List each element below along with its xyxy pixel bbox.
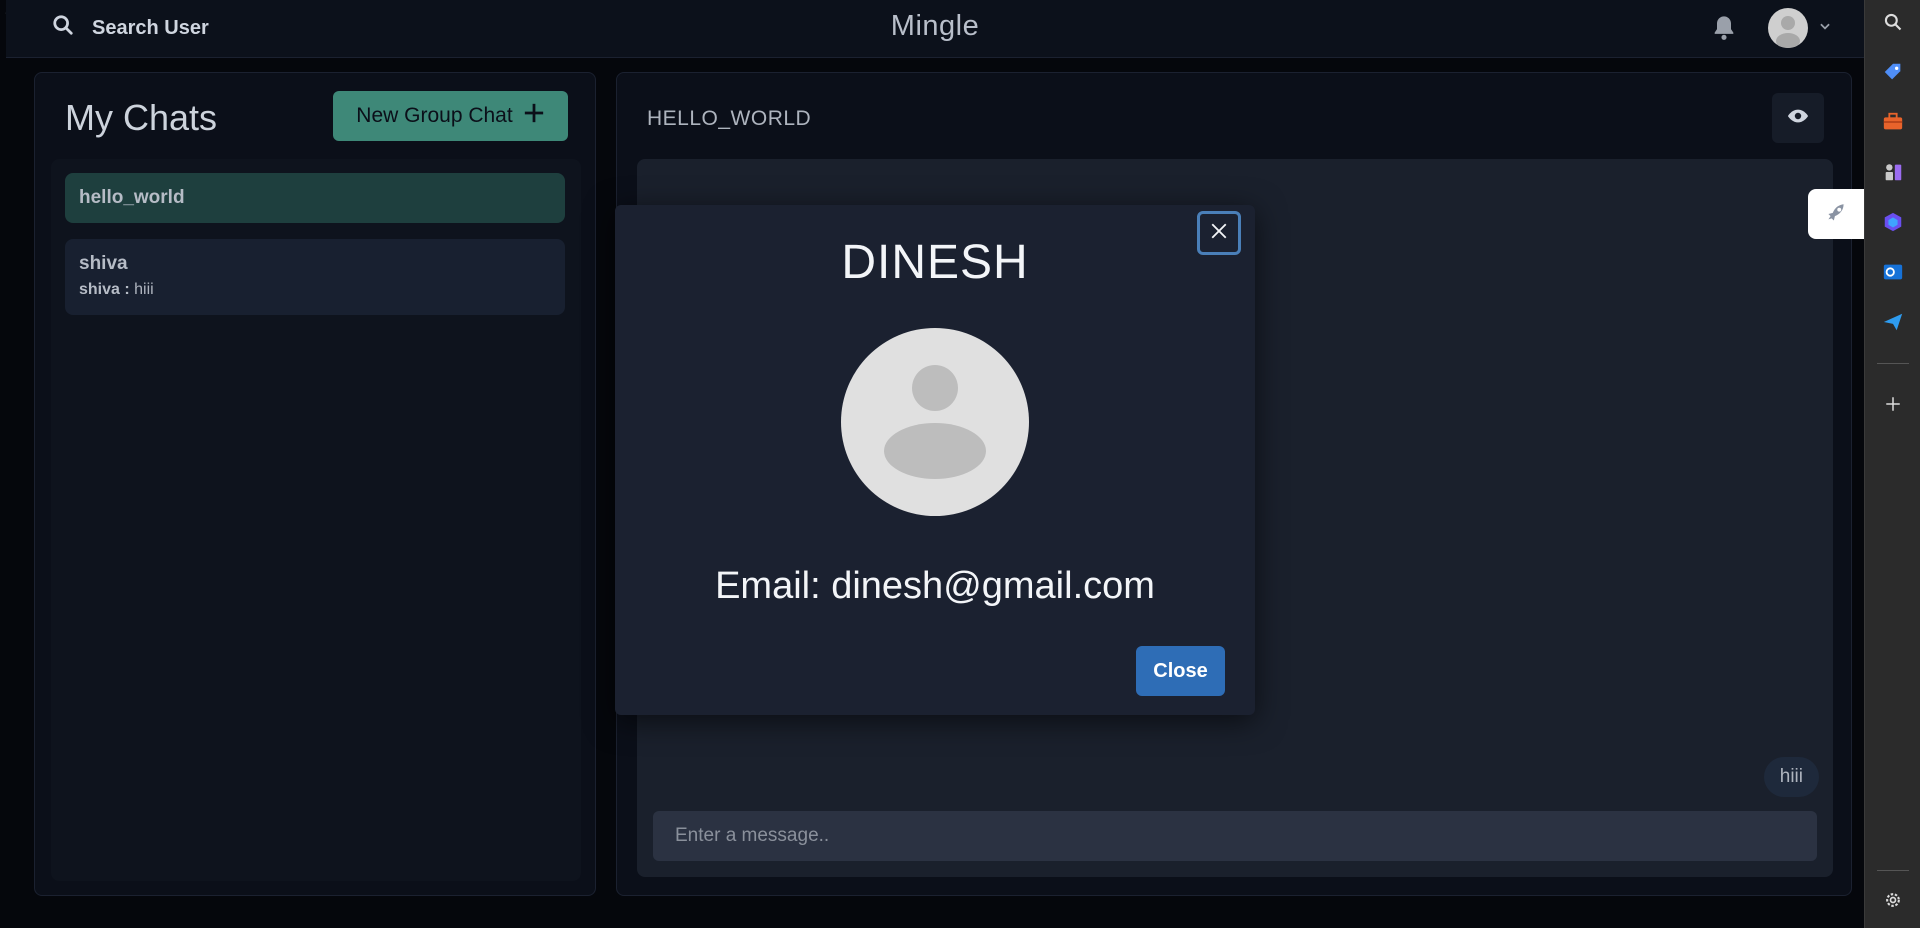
new-group-chat-button[interactable]: New Group Chat [333, 91, 568, 141]
copilot-icon[interactable] [1881, 210, 1905, 234]
add-icon[interactable] [1881, 392, 1905, 416]
bell-icon[interactable] [1710, 14, 1738, 42]
message-bubble: hiii [1763, 757, 1819, 797]
outlook-icon[interactable] [1881, 260, 1905, 284]
chat-list: hello_world shiva shiva : hiii [51, 159, 581, 881]
profile-menu-button[interactable] [1768, 6, 1832, 50]
modal-title: DINESH [841, 236, 1029, 289]
app-title: Mingle [890, 10, 980, 42]
sidebar-divider [1877, 363, 1909, 364]
settings-icon[interactable] [1881, 888, 1905, 912]
browser-sidebar [1864, 0, 1920, 928]
profile-email: Email: dinesh@gmail.com [715, 565, 1155, 607]
chevron-down-icon [1818, 19, 1832, 38]
eye-icon [1787, 105, 1809, 132]
chat-item-shiva[interactable]: shiva shiva : hiii [65, 239, 565, 315]
chat-preview: shiva : hiii [79, 281, 551, 299]
chat-preview-text: hiii [134, 281, 154, 298]
avatar [1768, 8, 1808, 48]
profile-avatar [841, 328, 1029, 516]
plus-icon [523, 102, 545, 130]
new-group-chat-label: New Group Chat [356, 104, 513, 127]
sidebar-divider [1877, 870, 1909, 871]
chat-preview-sender: shiva : [79, 281, 130, 298]
send-icon[interactable] [1881, 310, 1905, 334]
rocket-icon[interactable] [1808, 189, 1864, 239]
profile-modal: DINESH Email: dinesh@gmail.com Close [615, 205, 1255, 715]
app-window: /* Search User Mingle My Chats New Group… [0, 0, 1864, 928]
chat-name: shiva [79, 253, 128, 274]
modal-close-icon-button[interactable] [1197, 211, 1241, 255]
message-input[interactable] [653, 811, 1817, 861]
chess-icon[interactable] [1881, 160, 1905, 184]
my-chats-title: My Chats [65, 97, 218, 138]
chat-item-hello-world[interactable]: hello_world [65, 173, 565, 223]
top-bar: Search User Mingle [6, 0, 1864, 58]
my-chats-panel: My Chats New Group Chat hello_world shiv… [34, 72, 596, 896]
close-icon [1210, 222, 1228, 245]
chat-name: hello_world [79, 187, 185, 208]
conversation-title: HELLO_WORLD [647, 107, 812, 130]
search-icon[interactable] [1881, 10, 1905, 34]
tag-icon[interactable] [1881, 60, 1905, 84]
view-profile-button[interactable] [1772, 93, 1824, 143]
modal-close-button[interactable]: Close [1136, 646, 1225, 696]
toolbox-icon[interactable] [1881, 110, 1905, 134]
